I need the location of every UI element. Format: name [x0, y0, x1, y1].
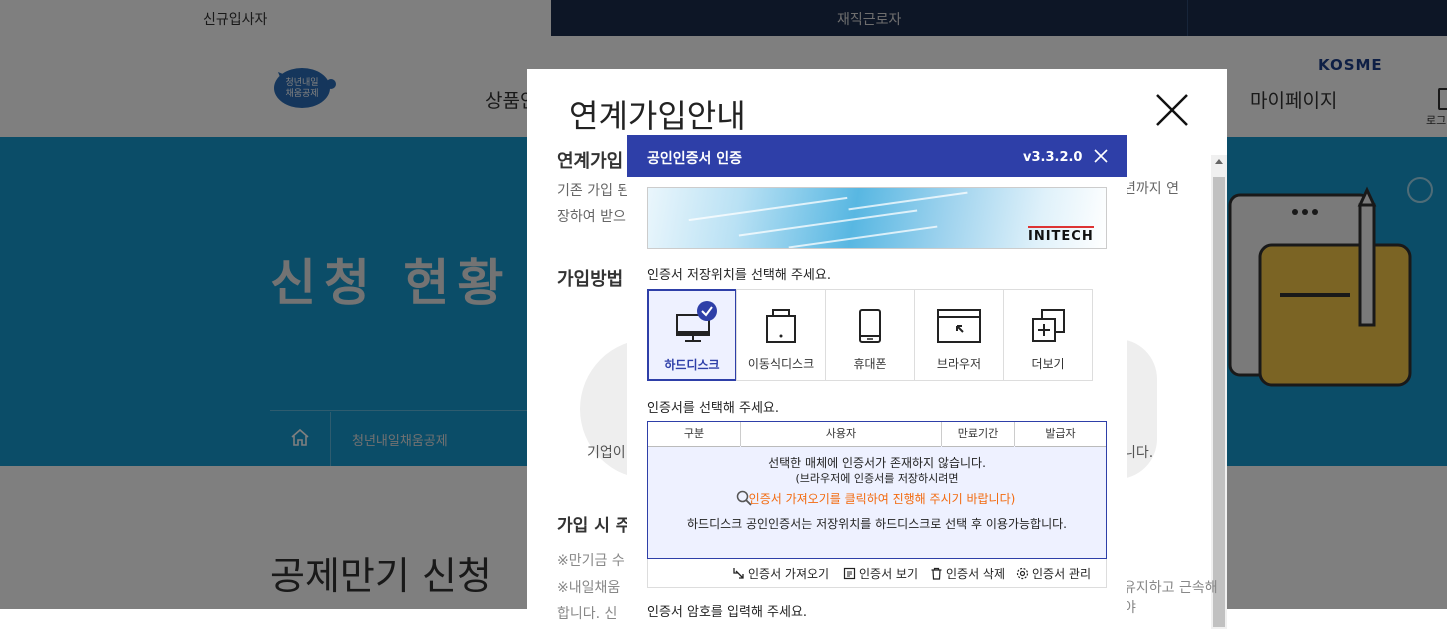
dialog-title: 공인인증서 인증 — [647, 151, 743, 167]
notice-line: ※만기금 수 — [557, 553, 625, 569]
import-label: 인증서 가져오기 — [748, 567, 830, 581]
banner-stripe — [688, 196, 848, 222]
notice-line: 합니다. 신 — [557, 606, 618, 622]
delete-label: 인증서 삭제 — [946, 567, 1006, 581]
import-certificate-button[interactable]: 인증서 가져오기 — [732, 565, 829, 582]
import-hint[interactable]: 인증서 가져오기를 클릭하여 진행해 주시기 바랍니다) — [648, 490, 1106, 507]
location-browser[interactable]: 브라우저 — [914, 289, 1004, 381]
dialog-version: v3.3.2.0 — [1023, 150, 1083, 165]
gear-icon — [1016, 567, 1029, 580]
view-certificate-button[interactable]: 인증서 보기 — [843, 565, 918, 582]
empty-message: 선택한 매체에 인증서가 존재하지 않습니다. — [768, 456, 986, 470]
password-prompt: 인증서 암호를 입력해 주세요. — [647, 605, 808, 620]
dialog-close-icon[interactable] — [1093, 148, 1109, 164]
phone-icon — [859, 309, 881, 343]
view-label: 인증서 보기 — [859, 567, 919, 581]
banner-stripe — [788, 225, 938, 248]
manage-certificate-button[interactable]: 인증서 관리 — [1016, 565, 1091, 582]
certificate-auth-dialog: 공인인증서 인증 v3.3.2.0 INITECH 인증서 저장위치를 선택해 … — [627, 135, 1127, 620]
initech-logo: INITECH — [1028, 226, 1094, 244]
selected-check-icon — [697, 301, 717, 321]
trash-icon — [931, 567, 942, 580]
delete-certificate-button[interactable]: 인증서 삭제 — [930, 565, 1005, 582]
storage-location-group: 하드디스크 이동식디스크 휴대폰 브라우저 더보기 — [647, 289, 1093, 381]
banner-stripe — [848, 191, 968, 211]
scroll-up-arrow-icon[interactable] — [1215, 159, 1223, 164]
vendor-banner: INITECH — [647, 187, 1107, 249]
empty-message: 하드디스크 공인인증서는 저장위치를 하드디스크로 선택 후 이용가능합니다. — [687, 517, 1067, 531]
location-label: 하드디스크 — [664, 358, 720, 372]
location-prompt: 인증서 저장위치를 선택해 주세요. — [647, 268, 831, 283]
col-type[interactable]: 구분 — [648, 422, 740, 447]
removable-disk-icon — [766, 309, 796, 343]
location-phone[interactable]: 휴대폰 — [825, 289, 915, 381]
step-text-right: 니다. — [1123, 445, 1154, 461]
cert-prompt: 인증서를 선택해 주세요. — [647, 401, 779, 416]
step-text: 기업이 — [587, 445, 626, 461]
location-label: 이동식디스크 — [747, 357, 815, 371]
notice-line: ※내일채움 — [557, 580, 621, 596]
section-heading-join-method: 가입방법 — [557, 269, 624, 290]
check-mark-icon — [701, 306, 713, 317]
location-label: 더보기 — [1031, 357, 1065, 371]
location-label: 브라우저 — [936, 357, 982, 371]
certificate-table[interactable]: 구분 사용자 만료기간 발급자 선택한 매체에 인증서가 존재하지 않습니다. … — [647, 421, 1107, 559]
manage-label: 인증서 관리 — [1032, 567, 1092, 581]
col-issuer[interactable]: 발급자 — [1015, 422, 1106, 447]
join-guide-title: 연계가입안내 — [569, 97, 746, 135]
empty-message: (브라우저에 인증서를 저장하시려면 — [795, 472, 959, 485]
modal-scrollbar[interactable] — [1211, 155, 1227, 629]
browser-icon — [937, 309, 981, 343]
location-hard-disk[interactable]: 하드디스크 — [647, 289, 737, 381]
certificate-actions: 인증서 가져오기 인증서 보기 인증서 삭제 인증서 관리 — [647, 559, 1107, 588]
col-expiry[interactable]: 만료기간 — [942, 422, 1014, 447]
section-heading-notice: 가입 시 주 — [557, 516, 632, 536]
scrollbar-thumb[interactable] — [1213, 177, 1225, 627]
more-icon — [1032, 309, 1065, 342]
import-icon — [733, 568, 744, 579]
section-heading-link-join: 연계가입 — [557, 151, 624, 172]
view-doc-icon — [843, 567, 856, 580]
location-more[interactable]: 더보기 — [1003, 289, 1093, 381]
col-user[interactable]: 사용자 — [741, 422, 941, 447]
notice-line-right: 유지하고 근속해야 — [1123, 580, 1218, 616]
location-removable-disk[interactable]: 이동식디스크 — [736, 289, 826, 381]
close-icon[interactable] — [1155, 93, 1189, 127]
location-label: 휴대폰 — [853, 357, 887, 371]
dialog-header: 공인인증서 인증 v3.3.2.0 — [627, 135, 1127, 177]
section-text-right: 년까지 연 — [1123, 181, 1179, 197]
